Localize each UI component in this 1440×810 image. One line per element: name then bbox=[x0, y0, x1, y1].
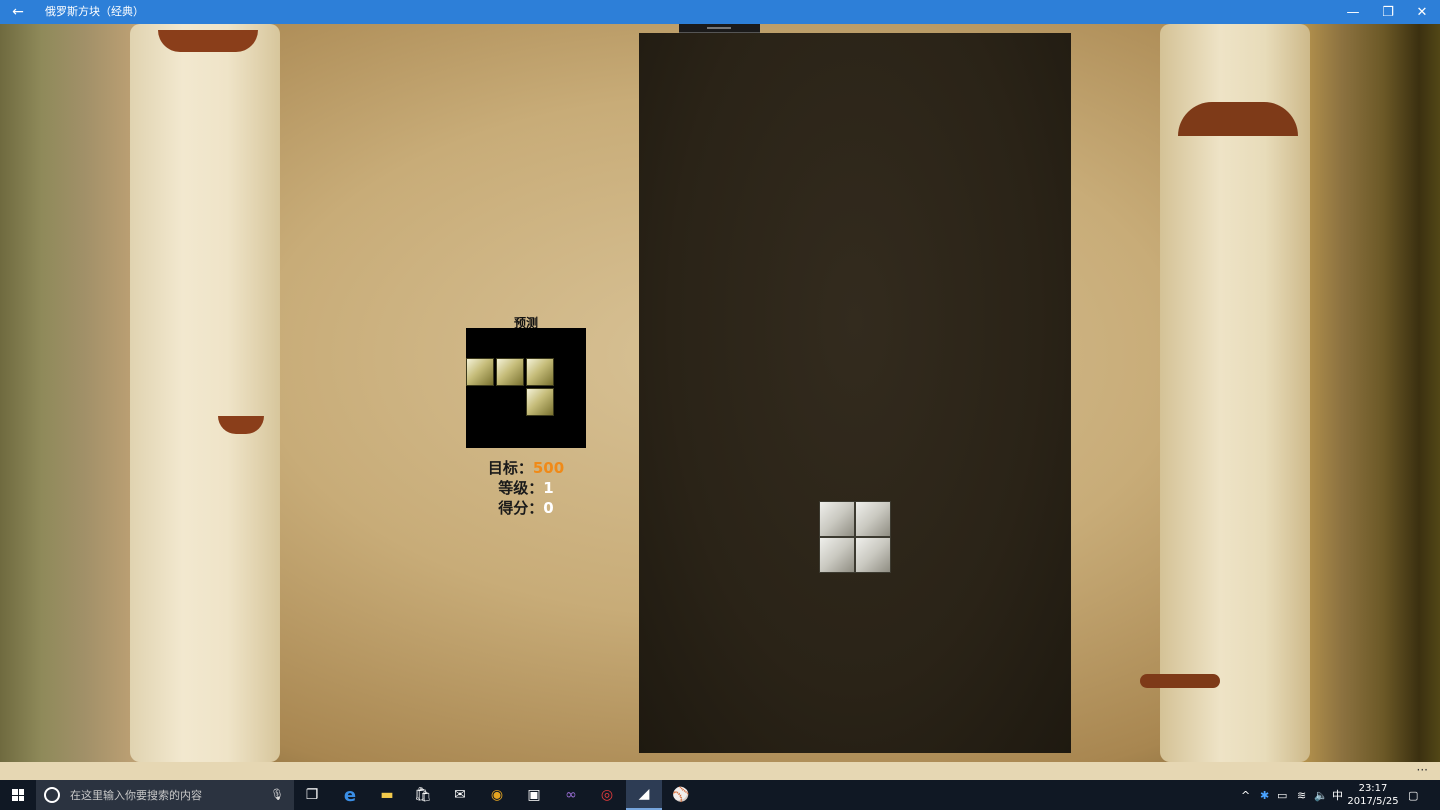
falling-block bbox=[855, 537, 891, 573]
microphone-icon[interactable]: 🎙 bbox=[270, 788, 284, 801]
clock-time: 23:17 bbox=[1358, 783, 1388, 794]
game-board[interactable] bbox=[639, 33, 1071, 753]
stats-panel: 目标：500 等级：1 得分：0 bbox=[466, 458, 586, 518]
taskbar: 在这里输入你要搜索的内容 🎙 ❐ e ▬ 🛍 ✉ ◉ ▣ ∞ ◎ ◢ ⚾ ^ ✱… bbox=[0, 780, 1440, 810]
level-label: 等级： bbox=[498, 479, 544, 497]
wood-background-right bbox=[1300, 24, 1440, 762]
app-bar: ··· bbox=[0, 762, 1440, 780]
cortana-icon bbox=[44, 787, 60, 803]
task-view-icon[interactable]: ❐ bbox=[294, 780, 330, 810]
score-value: 0 bbox=[543, 499, 554, 517]
scroll-tear bbox=[218, 416, 264, 434]
scroll-tear bbox=[1140, 674, 1220, 688]
more-button[interactable]: ··· bbox=[1417, 762, 1428, 778]
wifi-icon[interactable]: ≋ bbox=[1297, 780, 1306, 810]
score-row: 得分：0 bbox=[466, 498, 586, 518]
board-handle[interactable] bbox=[679, 24, 760, 33]
preview-block bbox=[526, 358, 554, 386]
clock-date: 2017/5/25 bbox=[1347, 796, 1399, 807]
scroll-curl bbox=[158, 30, 258, 52]
start-button[interactable] bbox=[0, 780, 36, 810]
edge-icon[interactable]: e bbox=[332, 780, 368, 810]
preview-block bbox=[466, 358, 494, 386]
game-stage: 预测 目标：500 等级：1 得分：0 bbox=[0, 24, 1440, 762]
ime-indicator[interactable]: 中 bbox=[1332, 780, 1343, 810]
level-row: 等级：1 bbox=[466, 478, 586, 498]
notification-center-icon[interactable]: ▢ bbox=[1408, 780, 1418, 810]
falling-block bbox=[819, 537, 855, 573]
title-bar: ← 俄罗斯方块（经典） — ❐ ✕ bbox=[0, 0, 1440, 24]
visual-studio-icon[interactable]: ∞ bbox=[553, 780, 589, 810]
parchment-scroll-left bbox=[130, 24, 280, 762]
bluetooth-icon[interactable]: ✱ bbox=[1260, 780, 1269, 810]
system-clock[interactable]: 23:17 2017/5/25 bbox=[1345, 782, 1401, 808]
grip-icon bbox=[707, 27, 731, 29]
chrome-icon[interactable]: ◉ bbox=[479, 780, 515, 810]
battery-icon[interactable]: ▭ bbox=[1277, 780, 1287, 810]
tetris-app-icon[interactable]: ◢ bbox=[626, 780, 662, 810]
next-piece-preview bbox=[466, 328, 586, 448]
scroll-curl bbox=[1178, 102, 1298, 136]
parchment-scroll-right bbox=[1140, 24, 1310, 762]
close-button[interactable]: ✕ bbox=[1405, 0, 1439, 24]
wood-background-left bbox=[0, 24, 140, 762]
score-label: 得分： bbox=[498, 499, 544, 517]
window-title: 俄罗斯方块（经典） bbox=[45, 5, 144, 18]
windows-logo-icon bbox=[12, 789, 24, 801]
restore-button[interactable]: ❐ bbox=[1371, 0, 1405, 24]
remote-desktop-icon[interactable]: ▣ bbox=[516, 780, 552, 810]
target-value: 500 bbox=[532, 459, 565, 477]
arrow-left-icon: ← bbox=[12, 4, 24, 20]
netease-music-icon[interactable]: ◎ bbox=[589, 780, 625, 810]
show-hidden-icons-chevron[interactable]: ^ bbox=[1241, 780, 1250, 810]
target-row: 目标：500 bbox=[466, 458, 586, 478]
mail-icon[interactable]: ✉ bbox=[442, 780, 478, 810]
falling-block bbox=[819, 501, 855, 537]
baseball-app-icon[interactable]: ⚾ bbox=[663, 780, 699, 810]
search-placeholder: 在这里输入你要搜索的内容 bbox=[70, 789, 202, 802]
store-icon[interactable]: 🛍 bbox=[405, 780, 441, 810]
minimize-button[interactable]: — bbox=[1336, 0, 1370, 24]
level-value: 1 bbox=[543, 479, 554, 497]
volume-icon[interactable]: 🔈 bbox=[1314, 780, 1328, 810]
file-explorer-icon[interactable]: ▬ bbox=[369, 780, 405, 810]
back-button[interactable]: ← bbox=[0, 0, 36, 24]
preview-block bbox=[526, 388, 554, 416]
search-box[interactable]: 在这里输入你要搜索的内容 🎙 bbox=[36, 780, 294, 810]
preview-block bbox=[496, 358, 524, 386]
falling-block bbox=[855, 501, 891, 537]
target-label: 目标： bbox=[487, 459, 533, 477]
